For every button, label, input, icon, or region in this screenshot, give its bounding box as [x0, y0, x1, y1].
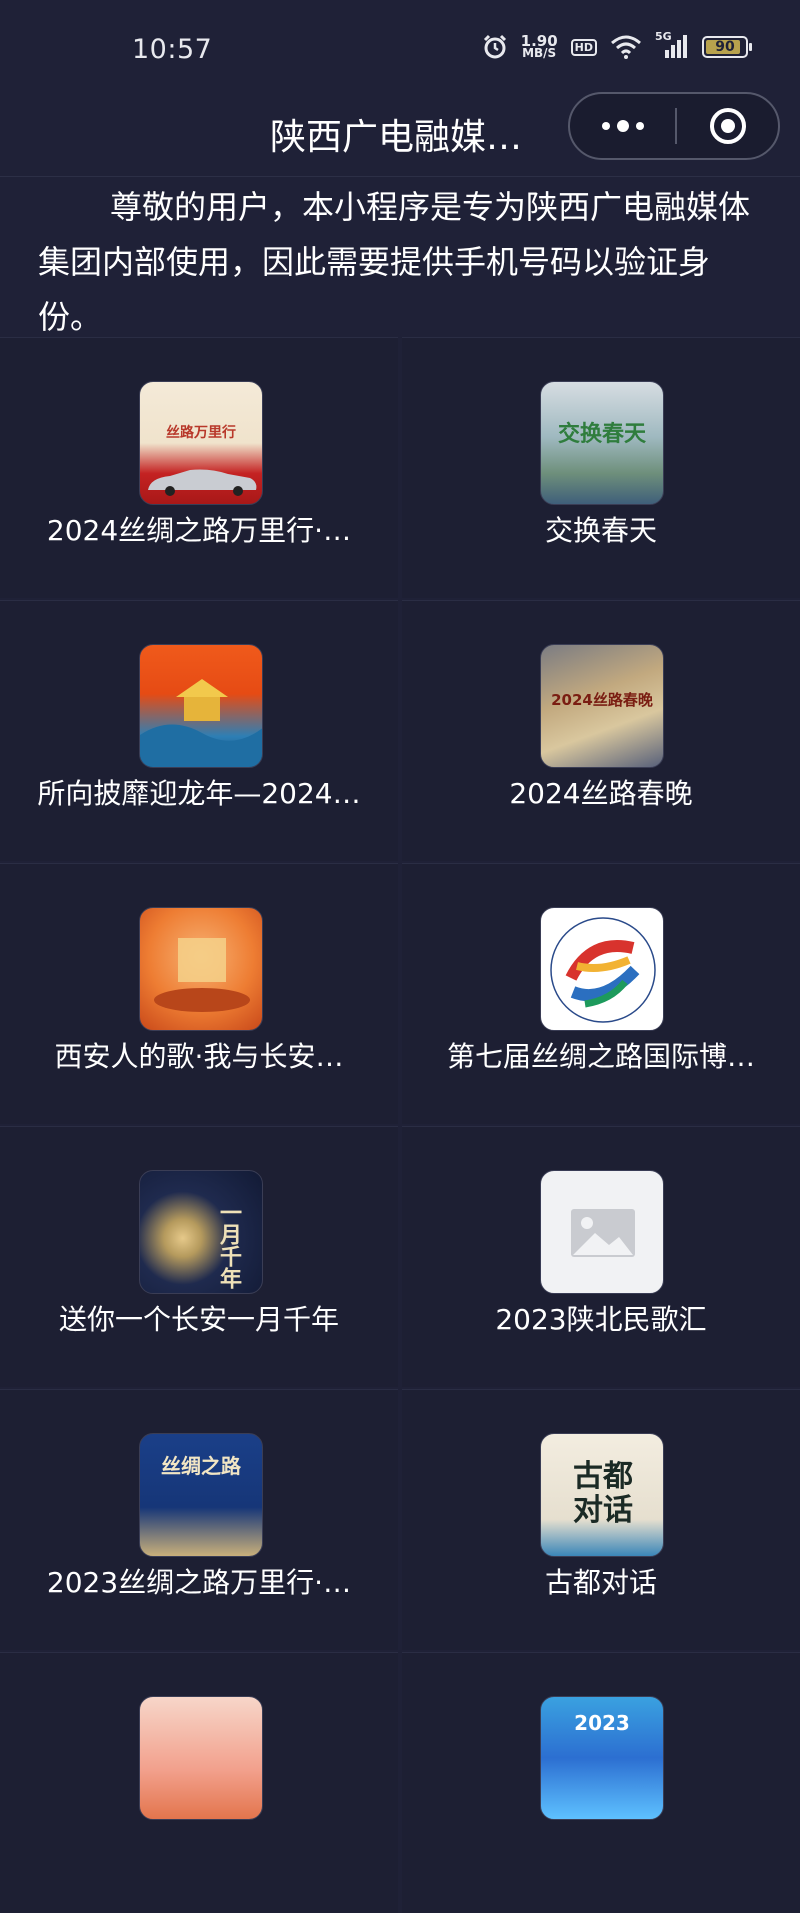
- item-thumbnail: 2023: [540, 1696, 664, 1820]
- thumbnail-text: 2023: [574, 1711, 630, 1735]
- more-dot-icon: [601, 122, 610, 130]
- thumbnail-text: 一月千年: [216, 1201, 241, 1289]
- item-thumbnail: 古都对话: [540, 1433, 664, 1557]
- stage-icon: [154, 938, 250, 1012]
- item-title: 西安人的歌·我与长安…: [54, 1040, 344, 1073]
- menu-capsule: [568, 92, 780, 160]
- signal-bars-icon: [665, 35, 687, 58]
- grid-item[interactable]: 丝路万里行 2024丝绸之路万里行·…: [0, 337, 398, 598]
- notice-text: 尊敬的用户，本小程序是专为陕西广电融媒体集团内部使用，因此需要提供手机号码以验证…: [38, 188, 751, 336]
- grid-item[interactable]: 第七届丝绸之路国际博…: [402, 863, 800, 1124]
- grid-item[interactable]: 交换春天 交换春天: [402, 337, 800, 598]
- net-speed: 1.90 MB/S: [521, 34, 558, 60]
- pavilion-icon: [140, 679, 262, 767]
- item-title: 2023陕北民歌汇: [495, 1303, 707, 1336]
- thumbnail-text: 古都对话: [573, 1459, 633, 1528]
- item-title: 送你一个长安一月千年: [58, 1303, 339, 1336]
- page-title: 陕西广电融媒…: [270, 117, 523, 158]
- more-dot-icon: [635, 122, 644, 130]
- alarm-icon: [483, 34, 506, 59]
- more-dot-icon: [616, 120, 629, 132]
- net-speed-unit: MB/S: [522, 46, 557, 60]
- item-thumbnail: 2024丝路春晚: [540, 644, 664, 768]
- status-time: 10:57: [132, 34, 213, 65]
- item-title: 第七届丝绸之路国际博…: [446, 1040, 755, 1073]
- more-button[interactable]: [570, 94, 675, 158]
- battery-indicator: 90: [702, 36, 752, 58]
- program-grid: 丝路万里行 2024丝绸之路万里行·… 交换春天 交换春天 所向披靡迎龙年—20…: [0, 337, 800, 1913]
- close-button[interactable]: [676, 94, 780, 158]
- item-title: 2024丝路春晚: [509, 777, 693, 810]
- wifi-icon: [611, 35, 641, 59]
- item-thumbnail: [540, 1170, 664, 1294]
- item-thumbnail: 交换春天: [540, 381, 664, 505]
- grid-item[interactable]: [0, 1652, 398, 1913]
- grid-item[interactable]: 丝绸之路 2023丝绸之路万里行·…: [0, 1389, 398, 1650]
- thumbnail-text: 丝路万里行: [166, 425, 236, 441]
- cellular-signal: 5G: [655, 30, 689, 60]
- item-thumbnail: 丝路万里行: [139, 381, 263, 505]
- item-thumbnail: [139, 907, 263, 1031]
- grid-item[interactable]: 西安人的歌·我与长安…: [0, 863, 398, 1124]
- thumbnail-text: 2024丝路春晚: [551, 691, 653, 709]
- hd-badge: HD: [570, 38, 597, 56]
- grid-item[interactable]: 2023陕北民歌汇: [402, 1126, 800, 1387]
- mini-program-titlebar: 陕西广电融媒…: [0, 92, 800, 172]
- item-thumbnail: [139, 1696, 263, 1820]
- header-divider: [0, 176, 800, 177]
- item-title: 古都对话: [544, 1566, 657, 1599]
- thumbnail-text: 丝绸之路: [161, 1454, 241, 1478]
- item-title: 交换春天: [544, 514, 657, 547]
- expo-logo-icon: [550, 917, 656, 1023]
- thumbnail-text: 交换春天: [557, 422, 646, 447]
- grid-item[interactable]: 2023: [402, 1652, 800, 1913]
- grid-item[interactable]: 2024丝路春晚 2024丝路春晚: [402, 600, 800, 861]
- battery-level: 90: [715, 39, 735, 55]
- status-icons: 1.90 MB/S HD 5G 90: [482, 30, 752, 60]
- grid-item[interactable]: 古都对话 古都对话: [402, 1389, 800, 1650]
- car-icon: [148, 469, 257, 496]
- item-title: 2023丝绸之路万里行·…: [46, 1566, 352, 1599]
- item-thumbnail: 一月千年: [139, 1170, 263, 1294]
- status-bar: 10:57 1.90 MB/S HD 5G 90: [0, 0, 800, 92]
- grid-item[interactable]: 所向披靡迎龙年—2024…: [0, 600, 398, 861]
- grid-item[interactable]: 一月千年 送你一个长安一月千年: [0, 1126, 398, 1387]
- close-target-icon: [710, 108, 746, 144]
- image-placeholder-icon: [571, 1209, 635, 1257]
- item-title: 2024丝绸之路万里行·…: [46, 514, 352, 547]
- item-title: 所向披靡迎龙年—2024…: [37, 777, 361, 810]
- item-thumbnail: [139, 644, 263, 768]
- item-thumbnail: 丝绸之路: [139, 1433, 263, 1557]
- item-thumbnail: [540, 907, 664, 1031]
